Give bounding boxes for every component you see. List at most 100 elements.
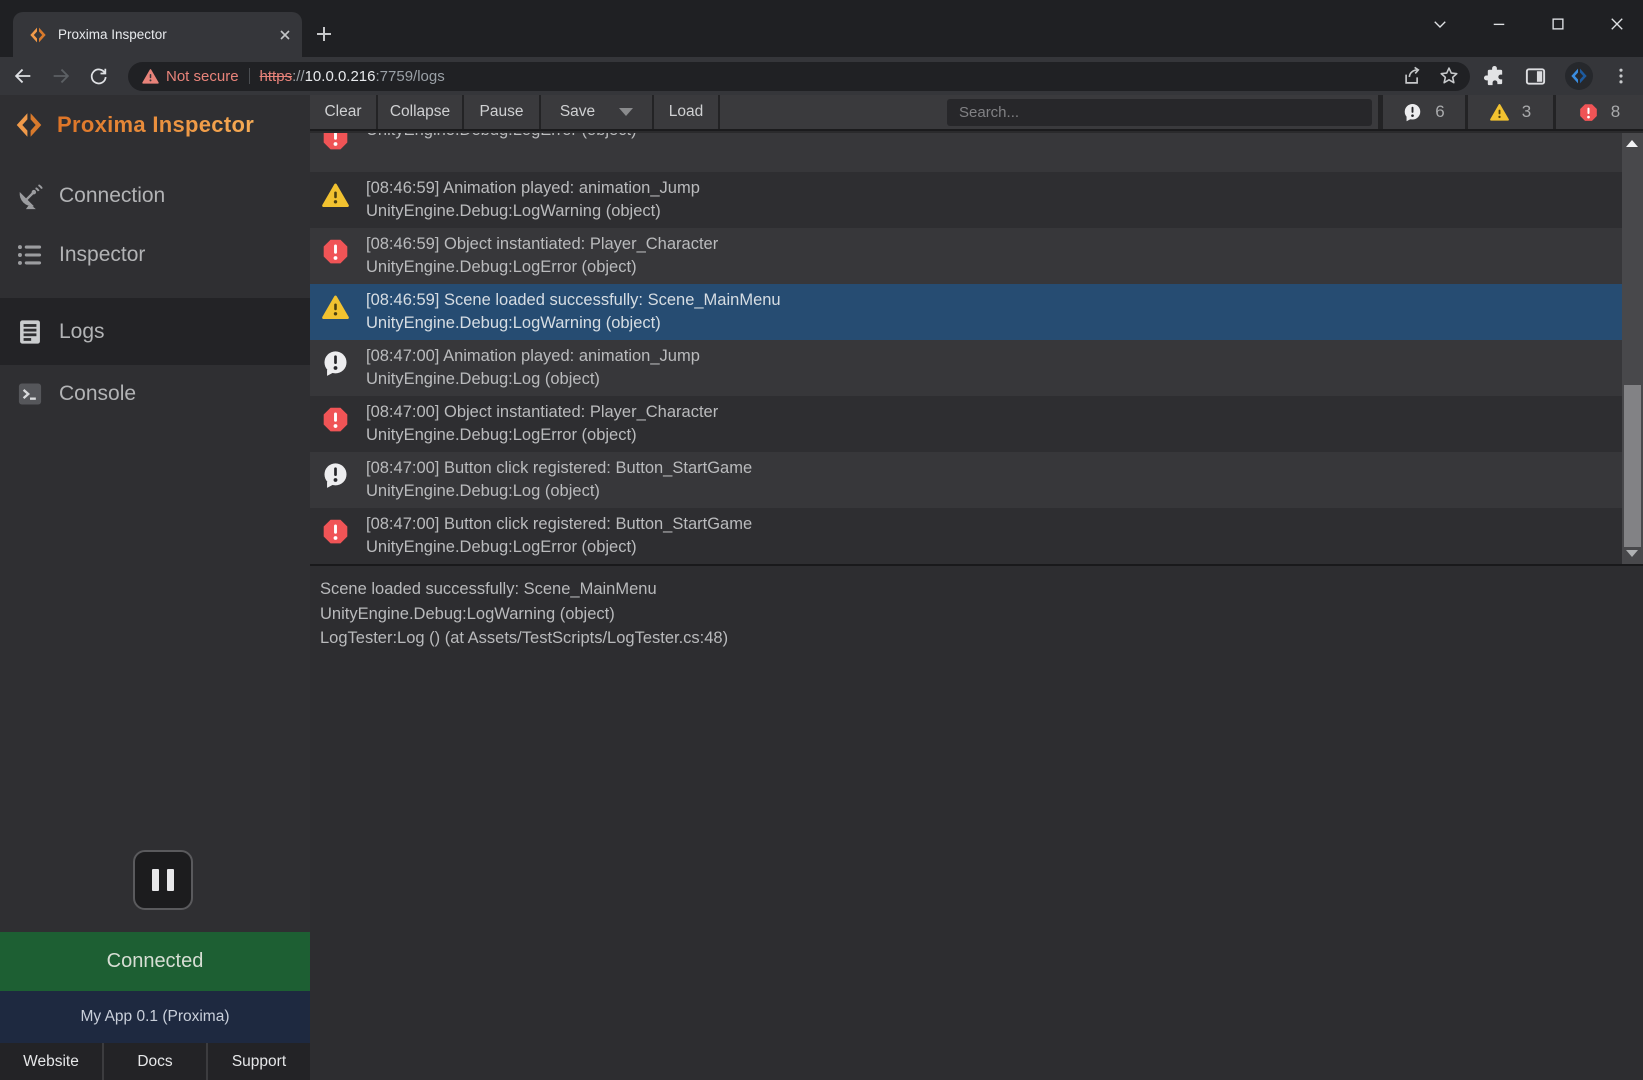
url-scheme: https <box>260 68 293 85</box>
close-window-button[interactable] <box>1599 6 1635 42</box>
sidebar-item-label: Logs <box>59 320 105 344</box>
error-count-filter[interactable]: 8 <box>1556 95 1643 129</box>
log-message: [08:47:00] Button click registered: Butt… <box>366 457 752 480</box>
docs-link[interactable]: Docs <box>104 1043 208 1080</box>
forward-button[interactable] <box>50 65 72 87</box>
log-row[interactable]: [08:47:00] Animation played: animation_J… <box>310 340 1622 396</box>
favicon-proxima-icon <box>28 25 48 45</box>
log-message: [08:46:59] Animation played: animation_J… <box>366 177 700 200</box>
logs-page: Clear Collapse Pause Save Load 6 <box>310 95 1643 1080</box>
info-icon <box>322 350 349 377</box>
side-panel-icon[interactable] <box>1524 65 1547 88</box>
tab-title: Proxima Inspector <box>58 27 278 42</box>
scroll-up-arrow-icon[interactable] <box>1626 140 1638 147</box>
warning-count-filter[interactable]: 3 <box>1468 95 1553 129</box>
scrollbar-thumb[interactable] <box>1624 385 1641 547</box>
save-label: Save <box>560 103 595 121</box>
log-row[interactable]: [08:46:59] Object instantiated: Player_C… <box>310 228 1622 284</box>
support-link[interactable]: Support <box>208 1043 310 1080</box>
extensions-puzzle-icon[interactable] <box>1483 65 1506 88</box>
log-stack: UnityEngine.Debug:LogError (object) <box>366 536 752 559</box>
new-tab-button[interactable] <box>310 20 338 48</box>
log-stack: UnityEngine.Debug:LogError (object) <box>366 424 718 447</box>
info-count: 6 <box>1435 102 1444 122</box>
back-button[interactable] <box>12 65 34 87</box>
log-list: UnityEngine.Debug:LogError (object) [08:… <box>310 133 1643 564</box>
error-icon <box>322 406 349 433</box>
warning-icon <box>322 182 349 209</box>
clear-button[interactable]: Clear <box>310 95 376 129</box>
not-secure-warning-icon <box>142 68 159 85</box>
error-icon <box>322 518 349 545</box>
error-icon <box>1579 103 1598 122</box>
url-field[interactable]: Not secure https://10.0.0.216:7759/logs <box>128 62 1470 91</box>
log-stack: UnityEngine.Debug:Log (object) <box>366 480 752 503</box>
log-row[interactable]: [08:46:59] Scene loaded successfully: Sc… <box>310 284 1622 340</box>
log-row[interactable]: [08:47:00] Button click registered: Butt… <box>310 452 1622 508</box>
save-dropdown-caret-icon[interactable] <box>619 108 633 116</box>
log-stack: UnityEngine.Debug:LogWarning (object) <box>366 200 700 223</box>
document-icon <box>16 318 44 346</box>
connection-status-badge: Connected <box>0 932 310 991</box>
url-path: :7759/logs <box>376 68 445 85</box>
app-name-badge: My App 0.1 (Proxima) <box>0 991 310 1043</box>
sidebar-footer: Website Docs Support <box>0 1043 310 1080</box>
satellite-dish-icon <box>16 182 44 210</box>
collapse-button[interactable]: Collapse <box>378 95 462 129</box>
logs-toolbar: Clear Collapse Pause Save Load 6 <box>310 95 1643 131</box>
website-link[interactable]: Website <box>0 1043 104 1080</box>
log-stack: UnityEngine.Debug:LogWarning (object) <box>366 312 781 335</box>
sidebar: Proxima Inspector Connection <box>0 95 310 1080</box>
scroll-down-arrow-icon[interactable] <box>1626 550 1638 557</box>
load-button[interactable]: Load <box>654 95 718 129</box>
sidebar-item-connection[interactable]: Connection <box>0 167 310 225</box>
browser-tab[interactable]: Proxima Inspector <box>13 12 302 57</box>
share-icon[interactable] <box>1402 65 1424 87</box>
minimize-button[interactable] <box>1481 6 1517 42</box>
proxima-extension-icon[interactable] <box>1565 62 1593 90</box>
log-stack: UnityEngine.Debug:LogError (object) <box>366 133 637 142</box>
reload-button[interactable] <box>88 66 109 87</box>
app-title: Proxima Inspector <box>57 112 254 138</box>
sidebar-item-inspector[interactable]: Inspector <box>0 233 310 277</box>
browser-window: Proxima Inspector <box>0 0 1643 1080</box>
not-secure-label: Not secure <box>166 68 239 85</box>
search-input[interactable] <box>947 99 1372 126</box>
error-icon <box>322 133 349 151</box>
error-icon <box>322 238 349 265</box>
pause-icon <box>167 869 174 891</box>
url-separator: :// <box>292 68 305 85</box>
tab-search-chevron-icon[interactable] <box>1422 6 1458 42</box>
browser-menu-kebab-icon[interactable] <box>1611 66 1631 86</box>
url-host: 10.0.0.216 <box>305 68 376 85</box>
tab-close-icon[interactable] <box>278 28 292 42</box>
log-row[interactable]: UnityEngine.Debug:LogError (object) <box>310 133 1622 172</box>
info-icon <box>322 462 349 489</box>
maximize-button[interactable] <box>1540 6 1576 42</box>
pause-button[interactable]: Pause <box>464 95 539 129</box>
list-icon <box>16 241 44 269</box>
log-list-scrollbar[interactable] <box>1622 133 1643 564</box>
sidebar-item-label: Console <box>59 382 136 406</box>
log-message: [08:47:00] Animation played: animation_J… <box>366 345 700 368</box>
save-button[interactable]: Save <box>541 95 652 129</box>
log-row[interactable]: [08:46:59] Animation played: animation_J… <box>310 172 1622 228</box>
info-icon <box>1403 103 1422 122</box>
info-count-filter[interactable]: 6 <box>1383 95 1465 129</box>
sidebar-item-console[interactable]: Console <box>0 369 310 419</box>
address-bar: Not secure https://10.0.0.216:7759/logs <box>0 57 1643 95</box>
log-detail-panel: Scene loaded successfully: Scene_MainMen… <box>310 564 1643 1080</box>
detail-line: LogTester:Log () (at Assets/TestScripts/… <box>320 626 1643 651</box>
log-row[interactable]: [08:47:00] Button click registered: Butt… <box>310 508 1622 564</box>
log-message: [08:46:59] Scene loaded successfully: Sc… <box>366 289 781 312</box>
log-row[interactable]: [08:47:00] Object instantiated: Player_C… <box>310 396 1622 452</box>
pause-icon <box>152 869 159 891</box>
log-stack: UnityEngine.Debug:Log (object) <box>366 368 700 391</box>
detail-line: UnityEngine.Debug:LogWarning (object) <box>320 602 1643 627</box>
pause-stream-button[interactable] <box>133 850 193 910</box>
sidebar-item-label: Inspector <box>59 243 145 267</box>
warning-icon <box>322 294 349 321</box>
sidebar-item-logs[interactable]: Logs <box>0 298 310 365</box>
bookmark-star-icon[interactable] <box>1438 65 1460 87</box>
detail-line: Scene loaded successfully: Scene_MainMen… <box>320 577 1643 602</box>
